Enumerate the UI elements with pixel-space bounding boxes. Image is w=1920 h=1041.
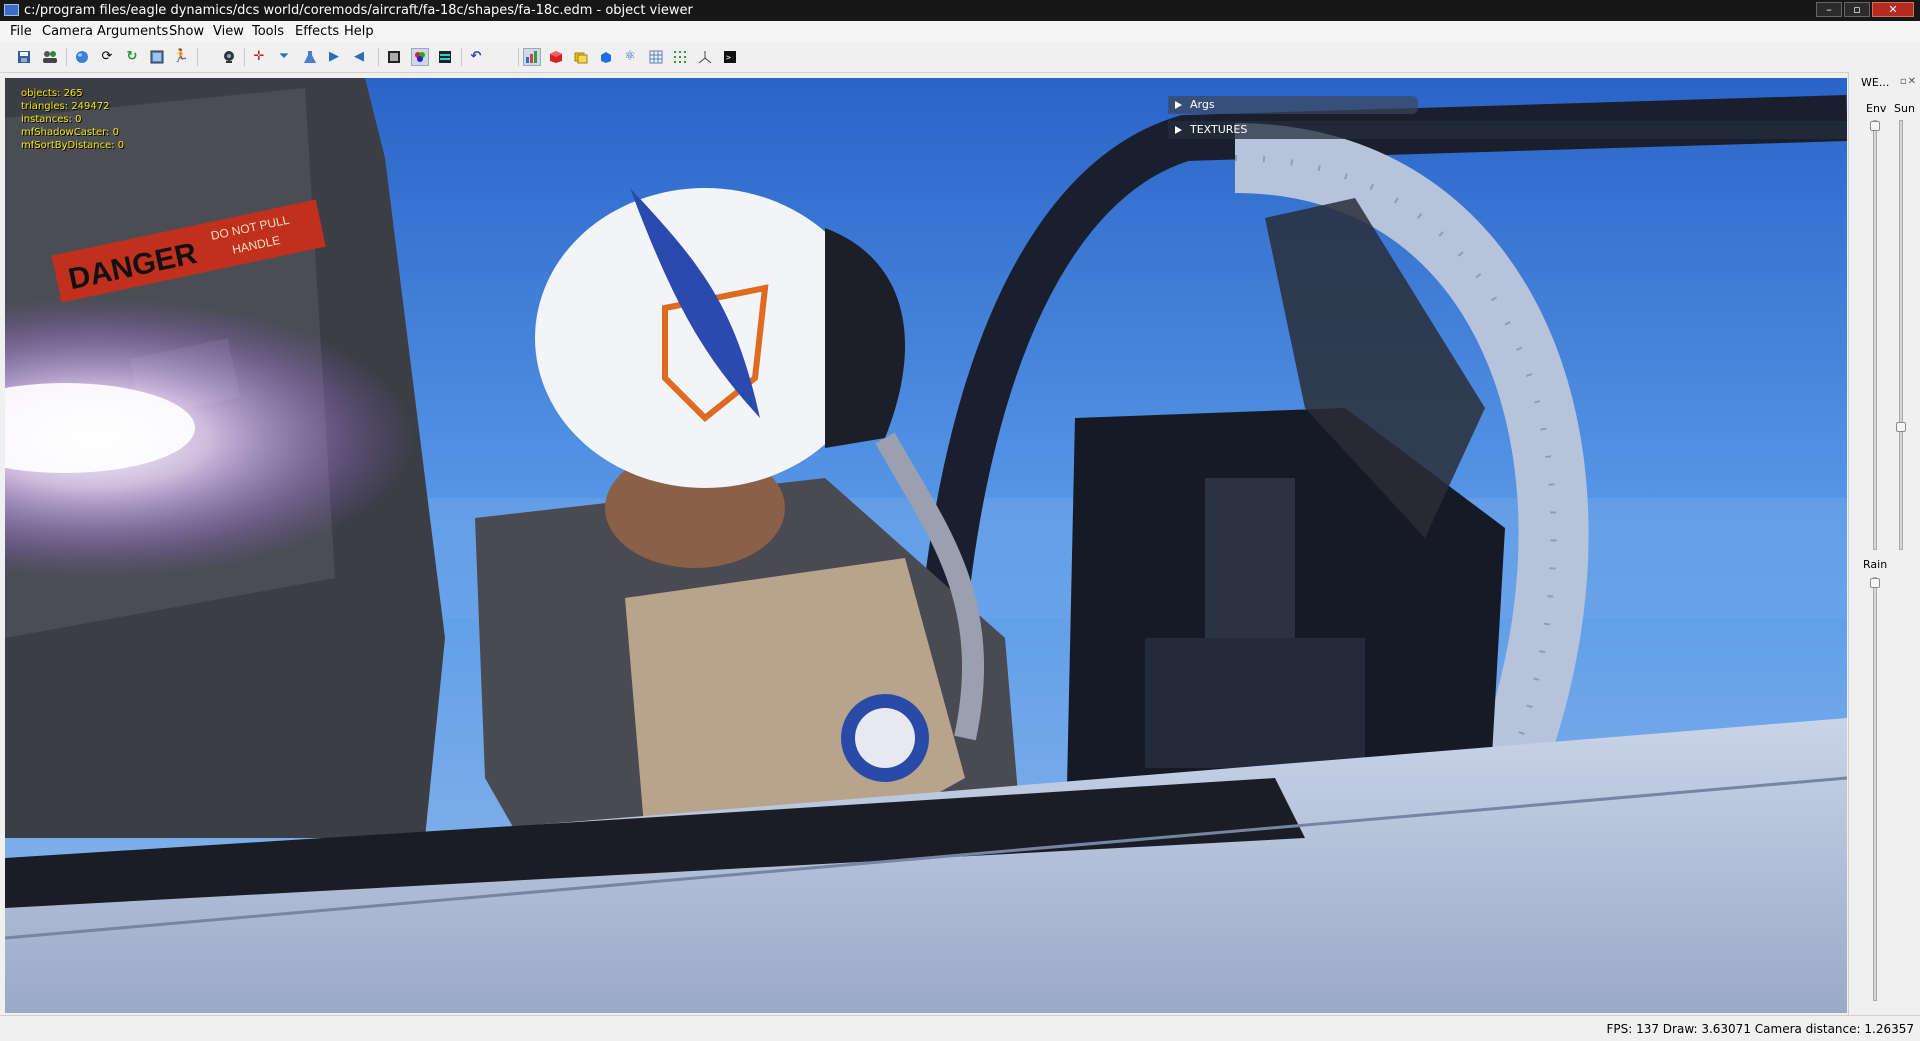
stat-triangles: triangles: 249472 <box>21 101 110 112</box>
textures-panel-toggle[interactable]: TEXTURES <box>1168 121 1847 139</box>
molecule-icon[interactable]: ⚛ <box>622 49 638 65</box>
cockpit-scene: DANGER DO NOT PULL HANDLE <box>5 78 1847 1013</box>
svg-text:>: > <box>726 53 731 62</box>
crosshair-icon[interactable]: ✛ <box>251 49 267 65</box>
rain-slider-handle[interactable] <box>1870 578 1880 588</box>
menu-effects[interactable]: Effects <box>295 24 339 39</box>
play-forward-icon[interactable]: ▶ <box>326 49 342 65</box>
panel-float-close-icons[interactable]: ▫✕ <box>1900 76 1917 87</box>
stat-sort-by-distance: mfSortByDistance: 0 <box>21 140 125 151</box>
axes-icon[interactable] <box>697 49 713 65</box>
menu-show[interactable]: Show <box>169 24 204 39</box>
args-panel-toggle[interactable]: Args <box>1168 96 1418 114</box>
3d-viewport[interactable]: DANGER DO NOT PULL HANDLE objects: 265 t… <box>5 78 1847 1013</box>
menu-view[interactable]: View <box>213 24 244 39</box>
folders-icon[interactable] <box>573 49 589 65</box>
sun-label: Sun <box>1894 102 1915 115</box>
blue-cube-icon[interactable] <box>598 49 614 65</box>
env-slider[interactable] <box>1870 120 1880 550</box>
monitor-icon[interactable] <box>437 49 453 65</box>
undo-icon[interactable]: ↶ <box>468 49 484 65</box>
flask-icon[interactable] <box>302 49 318 65</box>
texture-icon[interactable] <box>386 49 402 65</box>
terminal-icon[interactable]: > <box>722 49 738 65</box>
minimize-button[interactable]: – <box>1816 2 1842 17</box>
menu-camera[interactable]: Camera <box>42 24 93 39</box>
stat-instances: instances: 0 <box>21 114 82 125</box>
menu-arguments[interactable]: Arguments <box>97 24 168 39</box>
render-stats: objects: 265 triangles: 249472 instances… <box>21 87 124 152</box>
toolbar: ⟳ ↻ 🏃 ✛ ⏷ ▶ ◀ ↶ ⚛ > <box>0 42 1920 73</box>
sun-slider-handle[interactable] <box>1896 422 1906 432</box>
app-icon <box>4 4 19 16</box>
rain-label: Rain <box>1863 558 1888 571</box>
grid-icon[interactable] <box>648 49 664 65</box>
refresh-icon[interactable]: ⟳ <box>99 49 115 65</box>
weather-panel: WE... ▫✕ Env Sun Rain <box>1848 72 1920 1015</box>
env-label: Env <box>1866 102 1887 115</box>
sun-slider[interactable] <box>1896 120 1906 550</box>
red-cube-icon[interactable] <box>548 49 564 65</box>
env-slider-handle[interactable] <box>1870 121 1880 131</box>
render-status-text: FPS: 137 Draw: 3.63071 Camera distance: … <box>1606 1022 1914 1036</box>
webcam-icon[interactable] <box>221 49 237 65</box>
color-balls-icon[interactable] <box>411 48 429 66</box>
reload-icon[interactable]: ↻ <box>124 49 140 65</box>
dots-grid-icon[interactable] <box>672 49 688 65</box>
window-titlebar: c:/program files/eagle dynamics/dcs worl… <box>0 0 1920 21</box>
funnel-icon[interactable]: ⏷ <box>276 49 292 65</box>
stat-shadow-caster: mfShadowCaster: 0 <box>21 127 119 138</box>
menu-file[interactable]: File <box>10 24 32 39</box>
running-man-icon[interactable]: 🏃 <box>173 49 189 65</box>
maximize-button[interactable]: ▫ <box>1844 2 1870 17</box>
stat-objects: objects: 265 <box>21 88 83 99</box>
window-title: c:/program files/eagle dynamics/dcs worl… <box>24 3 693 18</box>
textures-label: TEXTURES <box>1190 123 1248 136</box>
rain-slider[interactable] <box>1870 577 1880 1001</box>
expand-arrow-icon <box>1175 126 1182 134</box>
close-button[interactable]: ✕ <box>1872 2 1914 17</box>
play-back-icon[interactable]: ◀ <box>351 49 367 65</box>
users-icon[interactable] <box>42 49 58 65</box>
bar-chart-icon[interactable] <box>523 48 541 66</box>
save-icon[interactable] <box>16 49 32 65</box>
image-icon[interactable] <box>149 49 165 65</box>
weather-panel-title: WE... <box>1861 76 1890 89</box>
menu-tools[interactable]: Tools <box>252 24 284 39</box>
args-label: Args <box>1190 98 1215 111</box>
menu-help[interactable]: Help <box>344 24 374 39</box>
menu-bar: File Camera Arguments Show View Tools Ef… <box>0 21 1920 43</box>
expand-arrow-icon <box>1175 101 1182 109</box>
status-bar: FPS: 137 Draw: 3.63071 Camera distance: … <box>0 1015 1920 1041</box>
sphere-icon[interactable] <box>74 49 90 65</box>
